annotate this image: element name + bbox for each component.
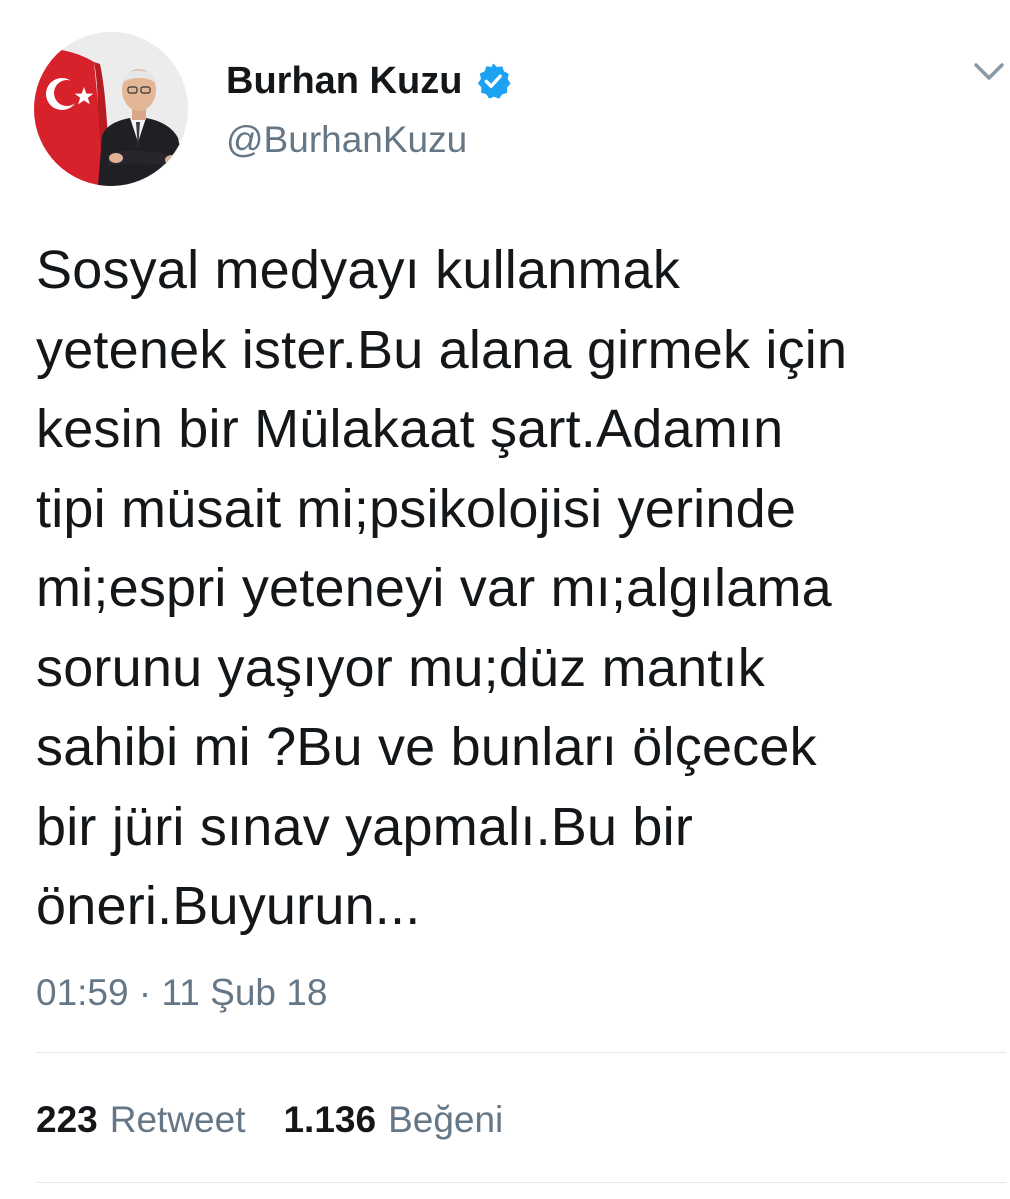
retweet-stat[interactable]: 223 Retweet <box>36 1097 245 1143</box>
user-handle[interactable]: @BurhanKuzu <box>226 118 467 162</box>
avatar[interactable] <box>34 32 188 186</box>
verified-badge-icon <box>478 63 512 99</box>
retweet-label: Retweet <box>109 1099 246 1140</box>
like-stat[interactable]: 1.136 Beğeni <box>283 1097 503 1143</box>
like-count: 1.136 <box>283 1099 377 1140</box>
tweet-text: Sosyal medyayı kullanmak yetenek ister.B… <box>36 240 848 936</box>
retweet-count: 223 <box>36 1099 98 1140</box>
like-label: Beğeni <box>388 1099 504 1140</box>
avatar-image <box>34 32 188 186</box>
divider <box>36 1182 1006 1183</box>
display-name-text: Burhan Kuzu <box>226 60 463 102</box>
tweet-card: Burhan Kuzu @BurhanKuzu Sosyal medyayı k… <box>0 0 1010 1199</box>
divider <box>36 1052 1006 1053</box>
tweet-timestamp[interactable]: 01:59 · 11 Şub 18 <box>36 970 327 1016</box>
display-name[interactable]: Burhan Kuzu <box>226 58 512 104</box>
engagement-stats: 223 Retweet 1.136 Beğeni <box>36 1097 503 1143</box>
chevron-down-icon[interactable] <box>972 60 1006 84</box>
